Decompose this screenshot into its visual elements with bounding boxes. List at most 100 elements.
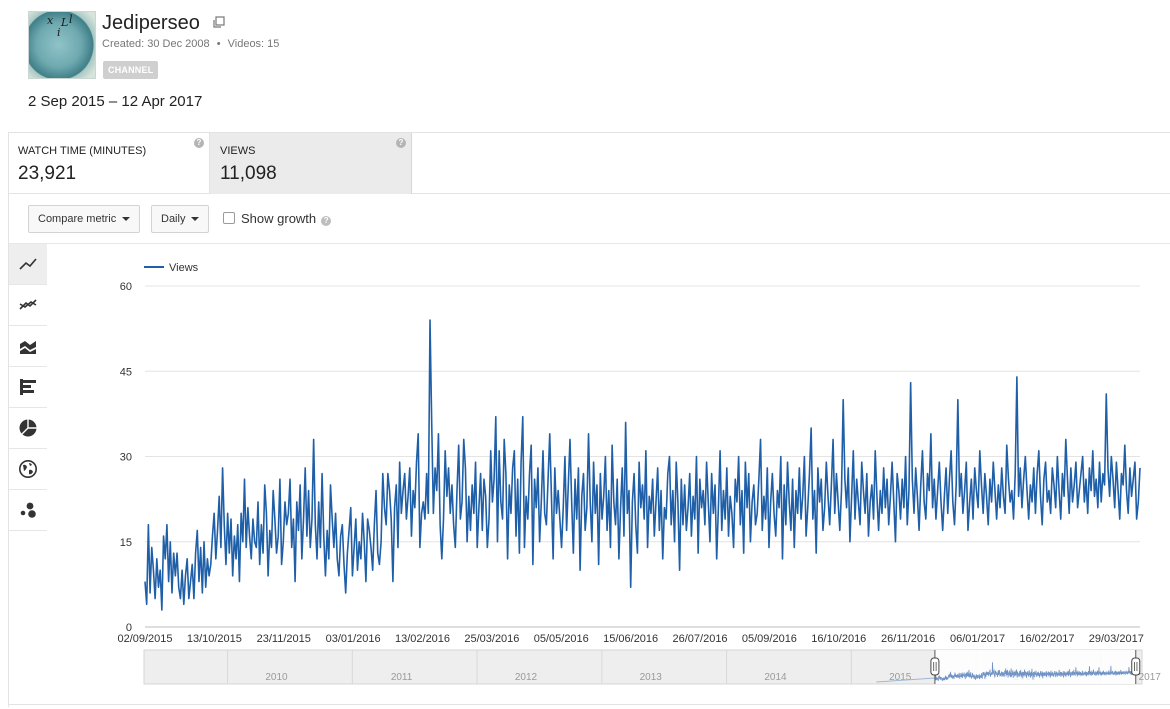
data-point [237, 524, 238, 525]
data-point [588, 433, 589, 434]
created-date: Created: 30 Dec 2008 [102, 38, 210, 50]
data-point [311, 518, 312, 519]
data-point [937, 490, 938, 491]
data-point [367, 518, 368, 519]
data-point [556, 513, 557, 514]
chart-type-bar[interactable] [8, 367, 47, 408]
chart-type-multi-line[interactable] [8, 285, 47, 326]
data-point [262, 553, 263, 554]
data-point [858, 501, 859, 502]
help-icon[interactable]: ? [194, 138, 204, 148]
chart-type-pie[interactable] [8, 408, 47, 449]
data-point [686, 530, 687, 531]
data-point [903, 507, 904, 508]
data-point [1087, 513, 1088, 514]
metric-tab-views[interactable]: VIEWS 11,098 ? [210, 133, 412, 194]
data-point [944, 496, 945, 497]
data-point [328, 558, 329, 559]
line-chart[interactable]: Views 604530150 02/09/2015 13/10/2015 23/1… [48, 244, 1170, 704]
data-point [515, 535, 516, 536]
data-point [750, 541, 751, 542]
help-icon[interactable]: ? [321, 216, 332, 226]
data-point [369, 530, 370, 531]
x-tick-label: 13/10/2015 [187, 633, 242, 645]
data-point [1069, 513, 1070, 514]
chart-type-bubble[interactable] [8, 490, 47, 531]
channel-name[interactable]: Jediperseo [102, 12, 200, 35]
data-point [959, 496, 960, 497]
data-point [252, 518, 253, 519]
data-point [672, 490, 673, 491]
chart-type-map[interactable] [8, 449, 47, 490]
data-point [456, 490, 457, 491]
chart-type-line[interactable] [8, 244, 47, 285]
data-point [229, 553, 230, 554]
navigator-handle[interactable] [1131, 657, 1141, 676]
data-point [856, 479, 857, 480]
data-point [639, 462, 640, 463]
data-point [1025, 456, 1026, 457]
data-point [984, 473, 985, 474]
x-tick-label: 13/02/2016 [395, 633, 450, 645]
channel-avatar[interactable]: x L l i [28, 11, 96, 79]
help-icon[interactable]: ? [396, 138, 406, 148]
data-point [913, 513, 914, 514]
data-point [654, 535, 655, 536]
data-point [758, 479, 759, 480]
data-point [443, 518, 444, 519]
open-external-icon[interactable] [213, 16, 225, 28]
data-point [659, 530, 660, 531]
data-point [571, 501, 572, 502]
data-point [475, 462, 476, 463]
chart-type-stacked-area[interactable] [8, 326, 47, 367]
data-point [784, 484, 785, 485]
caret-down-icon [191, 217, 200, 222]
data-point [996, 518, 997, 519]
x-tick-label: 06/01/2017 [950, 633, 1005, 645]
data-point [517, 479, 518, 480]
data-point [610, 547, 611, 548]
data-point [165, 558, 166, 559]
data-point [1094, 496, 1095, 497]
data-point [870, 501, 871, 502]
data-point [359, 541, 360, 542]
compare-metric-button[interactable]: Compare metric [28, 205, 141, 233]
data-point [215, 558, 216, 559]
data-point [644, 518, 645, 519]
data-point [716, 558, 717, 559]
data-point [1090, 490, 1091, 491]
data-point [578, 467, 579, 468]
data-point [315, 524, 316, 525]
data-point [541, 501, 542, 502]
data-point [365, 581, 366, 582]
data-point [205, 587, 206, 588]
data-point [259, 564, 260, 565]
date-range[interactable]: 2 Sep 2015 – 12 Apr 2017 [28, 93, 202, 110]
data-point [885, 507, 886, 508]
navigator-handle[interactable] [930, 657, 940, 676]
data-point [337, 558, 338, 559]
data-point [529, 473, 530, 474]
metric-tab-watch-time[interactable]: WATCH TIME (MINUTES) 23,921 ? [8, 133, 210, 194]
data-point [694, 518, 695, 519]
data-point [794, 547, 795, 548]
data-point [849, 541, 850, 542]
show-growth-checkbox[interactable] [223, 212, 235, 224]
data-point [1057, 456, 1058, 457]
data-point [155, 598, 156, 599]
data-point [271, 547, 272, 548]
data-point [703, 490, 704, 491]
data-point [773, 513, 774, 514]
data-point [915, 467, 916, 468]
data-point [173, 553, 174, 554]
data-point [752, 501, 753, 502]
data-point [407, 496, 408, 497]
data-point [1064, 496, 1065, 497]
views-chart[interactable]: Views 60 45 30 15 0 02/09/2015 13/10/2015 23/1… [48, 244, 1170, 704]
data-point [146, 604, 147, 605]
show-growth-toggle[interactable]: Show growth? [223, 211, 332, 226]
data-point [848, 467, 849, 468]
interval-dropdown[interactable]: Daily [151, 205, 210, 233]
data-point [596, 484, 597, 485]
data-point [357, 570, 358, 571]
